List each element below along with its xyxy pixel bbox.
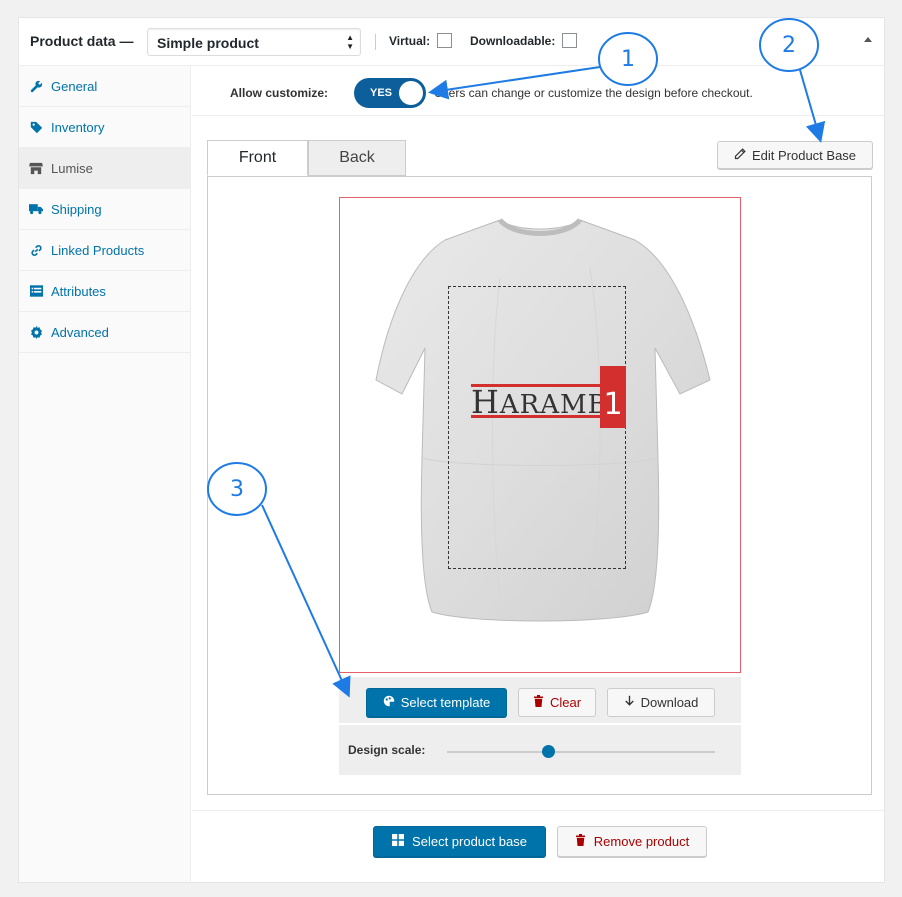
wrench-icon: [29, 79, 43, 93]
select-template-label: Select template: [400, 695, 491, 710]
logo-badge: 1: [600, 366, 626, 428]
virtual-label: Virtual:: [389, 34, 431, 48]
download-button[interactable]: Download: [607, 688, 715, 717]
allow-customize-row: Allow customize: YES Users can change or…: [192, 66, 884, 116]
product-data-title: Product data —: [30, 33, 134, 49]
product-data-header: Product data — Simple product ▲ ▼ Virtual…: [19, 18, 884, 66]
grid-icon: [392, 834, 405, 849]
allow-customize-description: Users can change or customize the design…: [434, 86, 753, 100]
download-label: Download: [640, 695, 699, 710]
palette-icon: [383, 695, 395, 710]
downloadable-label: Downloadable:: [470, 34, 556, 48]
callout-number-2: 2: [782, 32, 796, 58]
downloadable-checkbox[interactable]: [562, 33, 577, 48]
remove-product-label: Remove product: [593, 834, 690, 849]
sidebar-item-advanced[interactable]: Advanced: [19, 312, 190, 353]
sidebar-item-general[interactable]: General: [19, 66, 190, 107]
virtual-checkbox[interactable]: [437, 33, 452, 48]
sidebar-item-shipping[interactable]: Shipping: [19, 189, 190, 230]
toggle-state-text: YES: [370, 87, 393, 99]
product-canvas[interactable]: HARAMBE 1: [339, 197, 741, 673]
product-data-tabs: General Inventory Lumise Shipping Linked…: [19, 66, 191, 882]
truck-icon: [29, 202, 43, 216]
sidebar-item-attributes[interactable]: Attributes: [19, 271, 190, 312]
select-product-base-button[interactable]: Select product base: [373, 826, 546, 857]
clear-label: Clear: [549, 695, 582, 710]
link-icon: [29, 243, 43, 257]
select-product-base-label: Select product base: [412, 834, 527, 849]
trash-icon: [533, 695, 544, 710]
callout-number-1: 1: [621, 46, 635, 72]
download-arrow-icon: [624, 695, 635, 710]
product-data-panel: Product data — Simple product ▲ ▼ Virtual…: [18, 17, 885, 883]
sidebar-item-label: Advanced: [51, 324, 109, 340]
select-template-button[interactable]: Select template: [366, 688, 507, 717]
sidebar-item-label: Inventory: [51, 119, 105, 135]
allow-customize-label: Allow customize:: [230, 86, 329, 100]
product-base-actions: Select product base Remove product: [192, 810, 884, 882]
allow-customize-toggle[interactable]: YES: [354, 78, 426, 108]
callout-number-3: 3: [230, 476, 244, 502]
sidebar-item-label: Shipping: [51, 201, 102, 217]
tab-back[interactable]: Back: [308, 140, 406, 176]
slider-thumb[interactable]: [542, 745, 555, 758]
remove-product-button[interactable]: Remove product: [557, 826, 707, 857]
sidebar-item-label: Linked Products: [51, 242, 145, 258]
pencil-icon: [734, 147, 746, 163]
tab-front[interactable]: Front: [207, 140, 308, 176]
slider-track-fill: [447, 751, 549, 753]
lumise-panel: Allow customize: YES Users can change or…: [192, 66, 884, 882]
edit-product-base-button[interactable]: Edit Product Base: [717, 141, 873, 169]
gear-icon: [29, 325, 43, 339]
store-icon: [29, 161, 43, 175]
logo-bottom-stripe: [471, 415, 601, 418]
collapse-caret-icon[interactable]: [864, 37, 872, 42]
list-icon: [29, 284, 43, 298]
clear-button[interactable]: Clear: [518, 688, 596, 717]
trash-icon: [575, 834, 586, 849]
design-stage: HARAMBE 1 Select template Clear Download…: [207, 176, 872, 795]
product-type-select[interactable]: Simple product ▲ ▼: [147, 28, 361, 56]
sidebar-item-inventory[interactable]: Inventory: [19, 107, 190, 148]
header-divider: [375, 34, 376, 50]
sidebar-item-label: Lumise: [51, 160, 93, 176]
design-logo[interactable]: HARAMBE 1: [471, 366, 627, 428]
edit-product-base-label: Edit Product Base: [751, 147, 857, 163]
toggle-knob: [399, 81, 423, 105]
design-scale-label: Design scale:: [348, 743, 426, 757]
sidebar-item-lumise[interactable]: Lumise: [19, 148, 190, 189]
select-arrows-icon: ▲ ▼: [346, 33, 354, 51]
tag-icon: [29, 120, 43, 134]
sidebar-item-linked-products[interactable]: Linked Products: [19, 230, 190, 271]
product-type-value: Simple product: [157, 35, 259, 51]
sidebar-item-label: General: [51, 78, 98, 94]
design-actions-row: Select template Clear Download: [339, 677, 741, 725]
design-scale-slider[interactable]: [447, 745, 715, 758]
sidebar-item-label: Attributes: [51, 283, 106, 299]
design-controls: Select template Clear Download Design sc…: [339, 677, 741, 775]
